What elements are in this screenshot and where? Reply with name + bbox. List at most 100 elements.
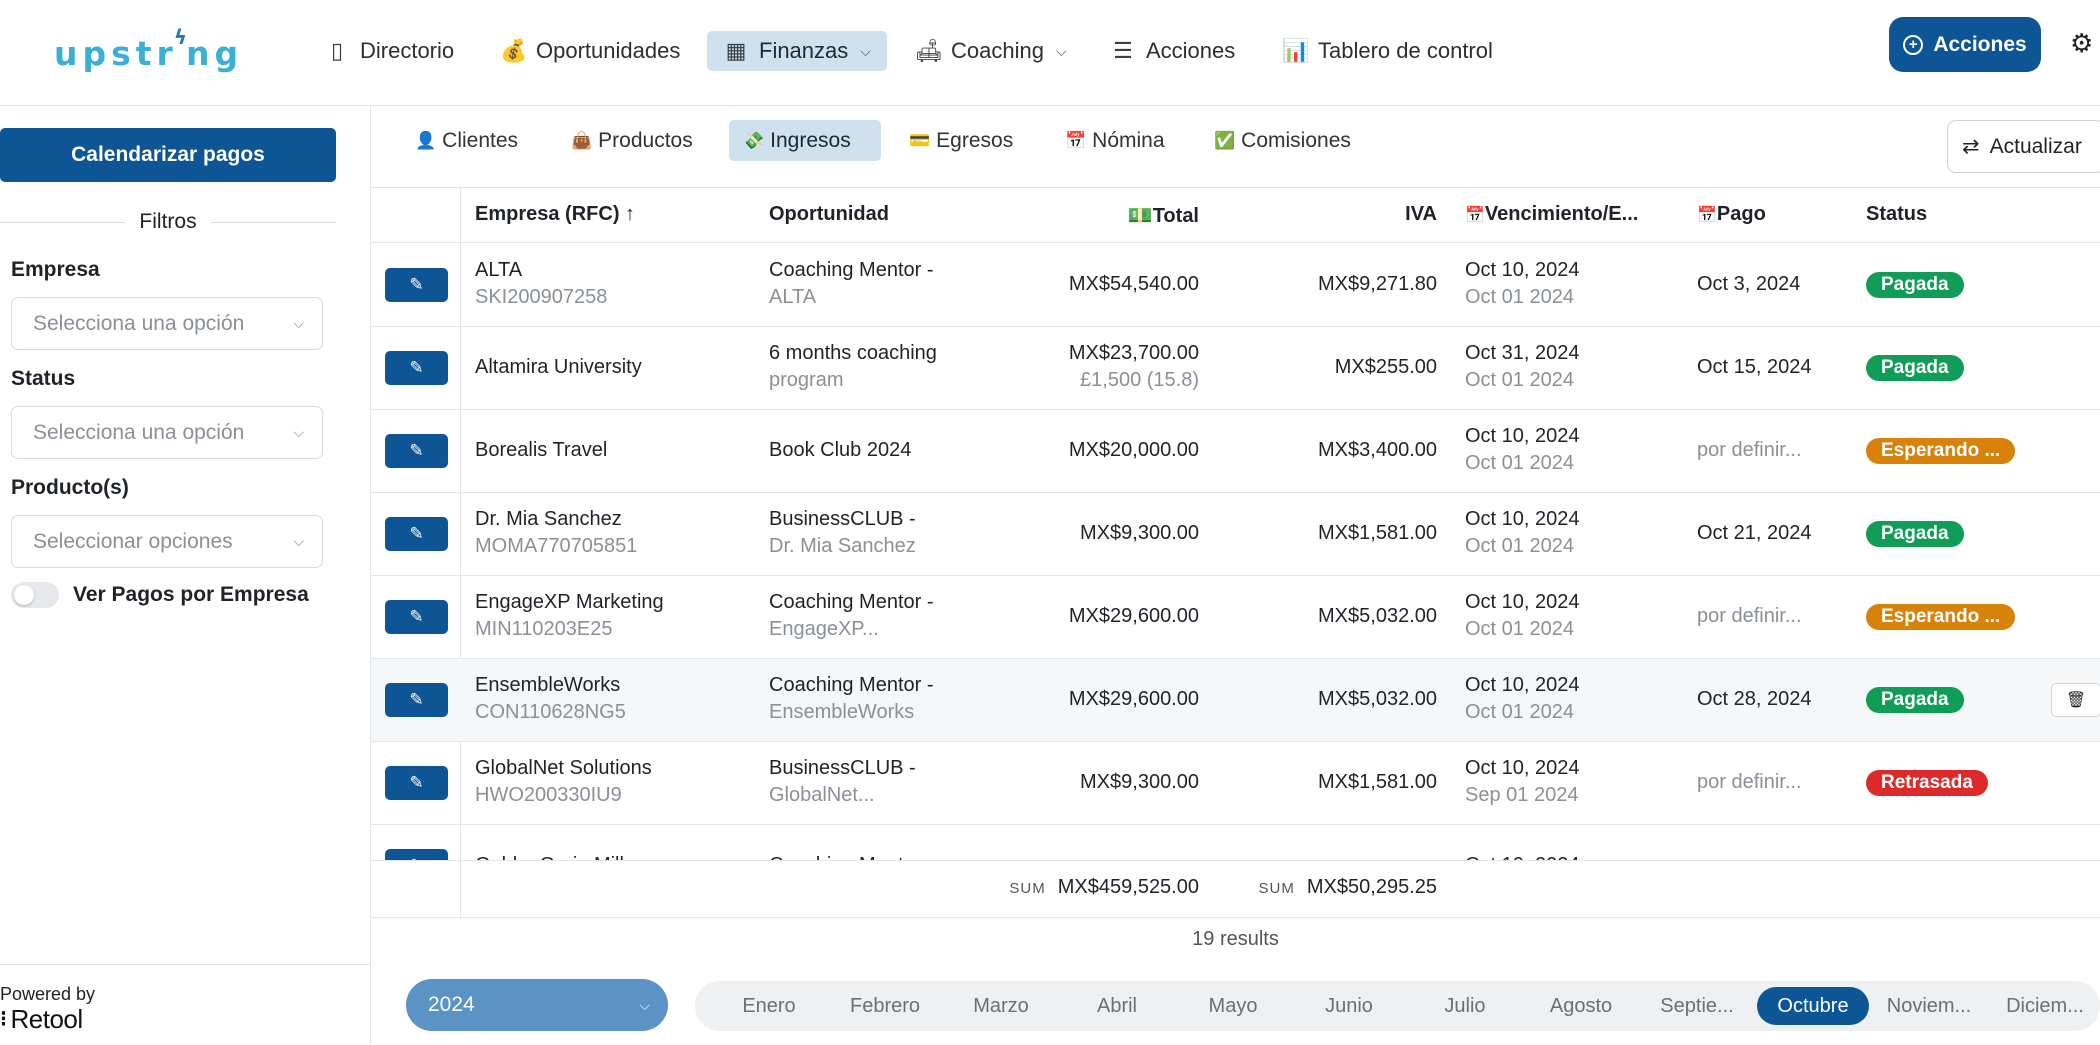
- tab-egresos[interactable]: 💳 Egresos: [895, 120, 1027, 161]
- empresa-select[interactable]: Selecciona una opción ⌵: [11, 297, 323, 350]
- top-navigation: upstr ϟ ng ▯ Directorio 💰 Oportunidades ▦ …: [0, 0, 2100, 106]
- col-iva[interactable]: IVA: [1229, 203, 1437, 226]
- productos-multiselect[interactable]: Seleccionar opciones ⌵: [11, 515, 323, 568]
- cell-pago-primary: Oct 28, 2024: [1697, 688, 1812, 710]
- col-pago[interactable]: 📅Pago: [1697, 203, 1766, 226]
- sum-iva-cell: SUM MX$50,295.25: [1229, 876, 1437, 899]
- nav-coaching[interactable]: 🛋 Coaching ⌵: [899, 31, 1083, 71]
- calendarizar-pagos-button[interactable]: Calendarizar pagos: [0, 128, 336, 182]
- col-vencimiento[interactable]: 📅Vencimiento/E...: [1465, 203, 1638, 226]
- nav-directorio[interactable]: ▯ Directorio: [308, 31, 470, 71]
- tab-clientes[interactable]: 👤 Clientes: [401, 120, 532, 161]
- month-option[interactable]: Diciem...: [1989, 987, 2100, 1025]
- calendar-icon: 📅: [1065, 130, 1087, 150]
- cell-total-primary: MX$20,000.00: [1068, 439, 1199, 461]
- col-status[interactable]: Status: [1866, 203, 1927, 226]
- column-divider: [460, 861, 461, 919]
- cell-iva-primary: MX$255.00: [1334, 356, 1437, 378]
- cell-iva: MX$9,271.80: [1229, 271, 1437, 298]
- table-row[interactable]: ✎ Altamira University 6 months coaching pro…: [371, 327, 2100, 410]
- cell-oportunidad-secondary: GlobalNet...: [769, 784, 875, 806]
- month-option[interactable]: Noviem...: [1873, 987, 1985, 1025]
- cell-pago: por definir...: [1697, 437, 1802, 464]
- chevron-down-icon: ⌵: [860, 42, 871, 59]
- nav-tablero[interactable]: 📊 Tablero de control: [1266, 31, 1509, 71]
- ver-pagos-toggle[interactable]: [11, 582, 59, 608]
- money-bag-icon: 💰: [500, 38, 528, 63]
- year-value: 2024: [428, 993, 475, 1016]
- cell-total: MX$54,540.00: [971, 271, 1199, 298]
- cell-iva-primary: MX$9,271.80: [1318, 273, 1437, 295]
- tab-ingresos-label: Ingresos: [770, 128, 851, 152]
- month-option[interactable]: Junio: [1293, 987, 1405, 1025]
- col-empresa-label: Empresa (RFC): [475, 203, 620, 225]
- table-row[interactable]: ✎ GlobalNet Solutions HWO200330IU9 Business…: [371, 742, 2100, 825]
- calendar-icon: 📅: [1697, 207, 1717, 224]
- month-option[interactable]: Febrero: [829, 987, 941, 1025]
- col-total[interactable]: 💵Total: [971, 203, 1199, 228]
- cell-pago-primary: por definir...: [1697, 439, 1802, 461]
- tab-egresos-label: Egresos: [936, 128, 1014, 152]
- ver-pagos-label: Ver Pagos por Empresa: [73, 583, 309, 606]
- tab-productos[interactable]: 👜 Productos: [557, 120, 707, 161]
- ver-pagos-toggle-row: Ver Pagos por Empresa: [11, 582, 309, 608]
- cell-vencimiento-primary: Oct 10, 2024: [1465, 852, 1580, 860]
- edit-button[interactable]: ✎: [385, 766, 448, 800]
- empresa-placeholder: Selecciona una opción: [33, 311, 245, 335]
- acciones-button[interactable]: + Acciones: [1889, 17, 2041, 72]
- edit-button[interactable]: ✎: [385, 600, 448, 634]
- status-badge: Pagada: [1866, 272, 1964, 298]
- cell-iva-primary: MX$5,032.00: [1318, 605, 1437, 627]
- actualizar-button[interactable]: ⇄ Actualizar: [1947, 120, 2100, 173]
- nav-acciones[interactable]: ☰ Acciones: [1094, 31, 1251, 71]
- cell-total-primary: MX$23,700.00: [1068, 342, 1199, 364]
- retool-logo[interactable]: ⁝ Retool: [0, 1004, 83, 1035]
- col-oportunidad[interactable]: Oportunidad: [769, 203, 889, 226]
- upstring-logo[interactable]: upstr ϟ ng: [54, 22, 243, 84]
- cell-empresa-secondary: SKI200907258: [475, 286, 608, 308]
- month-option[interactable]: Septie...: [1641, 987, 1753, 1025]
- edit-button[interactable]: ✎: [385, 351, 448, 385]
- cell-vencimiento: Oct 10, 2024 Oct 01 2024: [1465, 423, 1580, 477]
- status-select[interactable]: Selecciona una opción ⌵: [11, 406, 323, 459]
- tab-ingresos[interactable]: 💸 Ingresos: [729, 120, 881, 161]
- chevron-down-icon: ⌵: [293, 424, 304, 440]
- edit-button[interactable]: ✎: [385, 849, 448, 860]
- delete-button[interactable]: 🗑: [2051, 683, 2100, 717]
- month-option[interactable]: Abril: [1061, 987, 1173, 1025]
- cell-empresa: ALTA SKI200907258: [475, 257, 607, 311]
- month-option[interactable]: Julio: [1409, 987, 1521, 1025]
- edit-button[interactable]: ✎: [385, 434, 448, 468]
- table-row[interactable]: ✎ Dr. Mia Sanchez MOMA770705851 BusinessCLU…: [371, 493, 2100, 576]
- table-row[interactable]: ✎ GoldenGrain Mills Coaching Mentor - Oct 1…: [371, 825, 2100, 860]
- cell-total: MX$29,600.00: [971, 603, 1199, 630]
- col-empresa[interactable]: Empresa (RFC) ↑: [475, 203, 635, 226]
- cell-pago: Oct 3, 2024: [1697, 271, 1800, 298]
- month-option[interactable]: Octubre: [1757, 987, 1869, 1025]
- edit-button[interactable]: ✎: [385, 517, 448, 551]
- table-row[interactable]: ✎ ALTA SKI200907258 Coaching Mentor - ALTA MX…: [371, 244, 2100, 327]
- table-row[interactable]: ✎ EngageXP Marketing MIN110203E25 Coaching …: [371, 576, 2100, 659]
- year-select[interactable]: 2024 ⌵: [406, 979, 668, 1031]
- nav-finanzas[interactable]: ▦ Finanzas ⌵: [707, 31, 887, 71]
- cell-total: MX$23,700.00 £1,500 (15.8): [971, 340, 1199, 394]
- cell-vencimiento: Oct 10, 2024 Oct 01 2024: [1465, 257, 1580, 311]
- month-option[interactable]: Agosto: [1525, 987, 1637, 1025]
- edit-button[interactable]: ✎: [385, 683, 448, 717]
- edit-button[interactable]: ✎: [385, 268, 448, 302]
- cell-empresa-primary: GlobalNet Solutions: [475, 757, 652, 779]
- tab-nomina[interactable]: 📅 Nómina: [1051, 120, 1179, 161]
- month-option[interactable]: Mayo: [1177, 987, 1289, 1025]
- tab-comisiones[interactable]: ✅ Comisiones: [1200, 120, 1365, 161]
- bar-chart-icon: 📊: [1282, 38, 1310, 63]
- person-icon: 👤: [415, 130, 437, 150]
- results-count: 19 results: [1192, 928, 1279, 950]
- nav-oportunidades[interactable]: 💰 Oportunidades: [484, 31, 696, 71]
- gear-icon[interactable]: ⚙: [2070, 28, 2093, 59]
- cell-vencimiento-primary: Oct 10, 2024: [1465, 757, 1580, 779]
- month-option[interactable]: Marzo: [945, 987, 1057, 1025]
- month-option[interactable]: Enero: [713, 987, 825, 1025]
- pencil-icon: ✎: [409, 275, 424, 294]
- table-row[interactable]: ✎ EnsembleWorks CON110628NG5 Coaching Mento…: [371, 659, 2100, 742]
- table-row[interactable]: ✎ Borealis Travel Book Club 2024 MX$20,000.…: [371, 410, 2100, 493]
